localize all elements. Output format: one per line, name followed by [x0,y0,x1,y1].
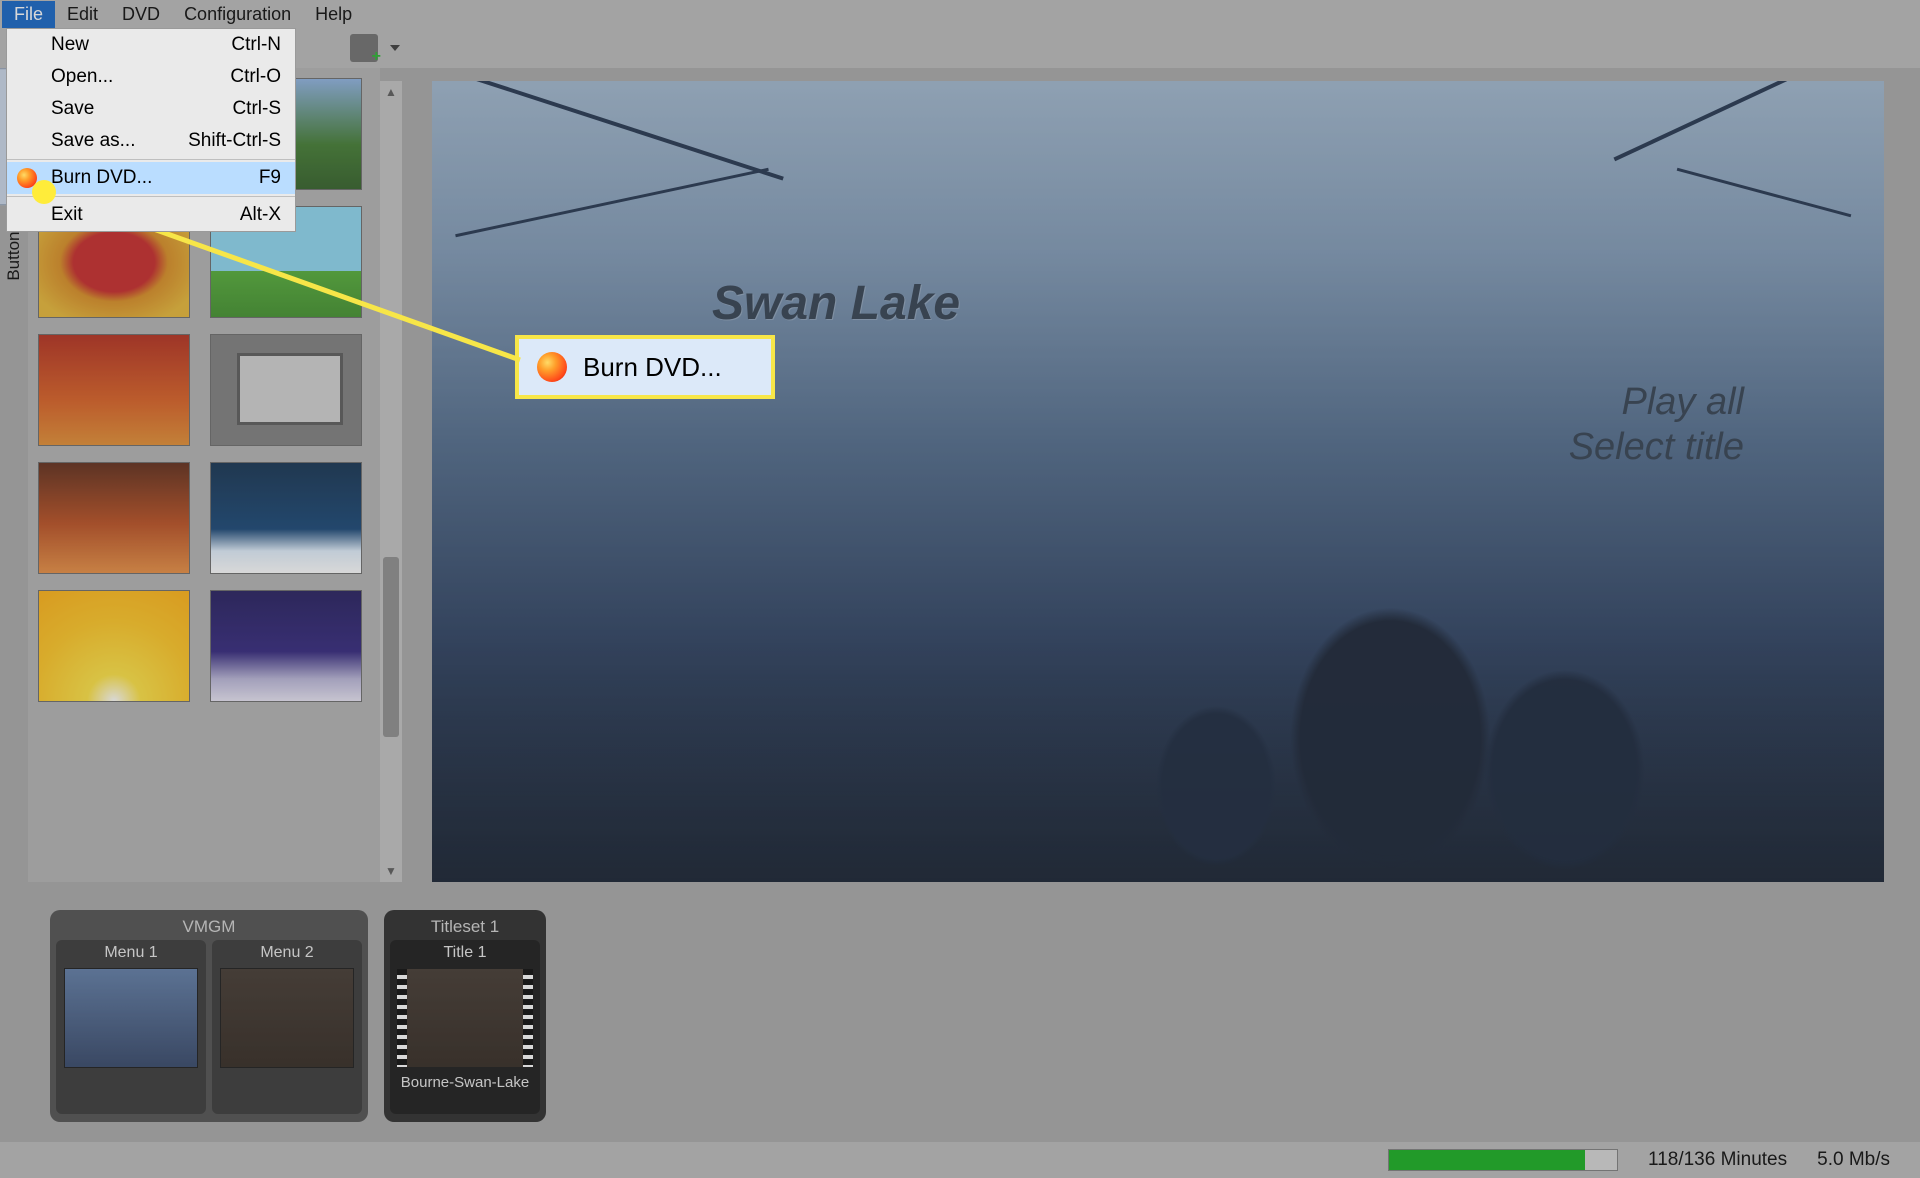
callout-label: Burn DVD... [583,352,722,383]
menuitem-accel: Ctrl-O [230,66,281,88]
menuitem-label: Save [51,98,94,120]
bg-thumb[interactable] [38,334,190,446]
scroll-handle[interactable] [383,557,399,737]
timeline: VMGM Menu 1 Menu 2 Titleset 1 Title 1 Bo… [50,910,1900,1130]
separator [7,159,295,160]
file-exit[interactable]: Exit Alt-X [7,199,295,231]
status-minutes: 118/136 Minutes [1648,1149,1787,1171]
bg-thumb[interactable] [210,462,362,574]
menuitem-accel: Shift-Ctrl-S [188,130,281,152]
file-save[interactable]: Save Ctrl-S [7,93,295,125]
timeline-item-menu1[interactable]: Menu 1 [56,940,206,1114]
menuitem-label: Burn DVD... [51,167,259,189]
item-caption [60,1070,202,1108]
preview-button-play-all[interactable]: Play all [1622,381,1745,424]
item-thumb [64,968,198,1068]
annotation-callout: Burn DVD... [515,335,775,399]
menu-help[interactable]: Help [303,1,364,28]
menuitem-label: Exit [51,204,83,226]
item-caption [216,1070,358,1108]
group-header: Titleset 1 [390,914,540,940]
bg-thumb[interactable] [210,590,362,702]
item-caption: Bourne-Swan-Lake [394,1070,536,1108]
menu-file[interactable]: File [2,1,55,28]
menubar: File Edit DVD Configuration Help [0,0,1920,28]
group-vmgm: VMGM Menu 1 Menu 2 [50,910,368,1122]
bg-thumb[interactable] [210,334,362,446]
preview-background [432,81,1884,882]
menuitem-label: Open... [51,66,113,88]
item-thumb [398,968,532,1068]
file-open[interactable]: Open... Ctrl-O [7,61,295,93]
menuitem-accel: Ctrl-S [232,98,281,120]
annotation-marker [32,180,56,204]
preview-button-select-title[interactable]: Select title [1569,426,1744,469]
menuitem-label: Save as... [51,130,136,152]
preview-title[interactable]: Swan Lake [712,276,960,331]
disc-usage-bar [1388,1149,1618,1171]
group-header: VMGM [56,914,362,940]
menuitem-accel: F9 [259,167,281,189]
status-bar: 118/136 Minutes 5.0 Mb/s [0,1142,1920,1178]
bg-thumb[interactable] [38,590,190,702]
item-label: Menu 2 [216,944,358,966]
group-titleset1: Titleset 1 Title 1 Bourne-Swan-Lake [384,910,546,1122]
menu-configuration[interactable]: Configuration [172,1,303,28]
file-save-as[interactable]: Save as... Shift-Ctrl-S [7,125,295,157]
item-label: Menu 1 [60,944,202,966]
menu-edit[interactable]: Edit [55,1,110,28]
add-video-button[interactable] [350,34,378,62]
disc-usage-fill [1389,1150,1585,1170]
timeline-item-menu2[interactable]: Menu 2 [212,940,362,1114]
item-thumb [220,968,354,1068]
menu-preview[interactable]: Swan Lake Play all Select title [432,81,1884,882]
burn-dvd-icon [537,352,567,382]
item-label: Title 1 [394,944,536,966]
scroll-track[interactable] [380,103,402,860]
timeline-item-title1[interactable]: Title 1 Bourne-Swan-Lake [390,940,540,1114]
scroll-down-icon[interactable]: ▼ [380,860,402,882]
menu-dvd[interactable]: DVD [110,1,172,28]
file-new[interactable]: New Ctrl-N [7,29,295,61]
status-bitrate: 5.0 Mb/s [1817,1149,1890,1171]
menuitem-accel: Alt-X [240,204,281,226]
menuitem-label: New [51,34,89,56]
thumbs-scrollbar[interactable]: ▲ ▼ [380,81,402,882]
scroll-up-icon[interactable]: ▲ [380,81,402,103]
menuitem-accel: Ctrl-N [231,34,281,56]
toolbar-dropdown-icon[interactable] [388,41,402,55]
bg-thumb[interactable] [38,462,190,574]
